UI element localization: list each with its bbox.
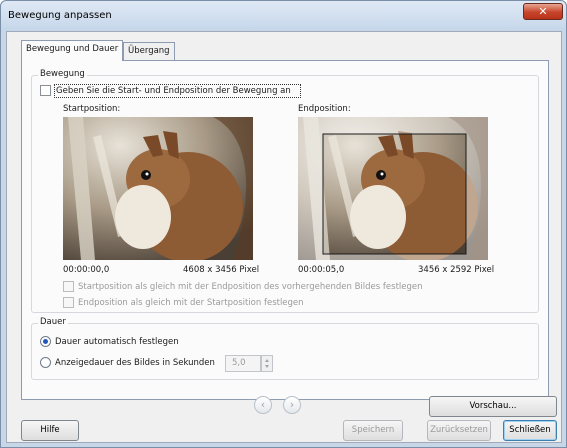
squirrel-photo [63,117,253,260]
tab-movement-duration[interactable]: Bewegung und Dauer [21,40,124,61]
close-icon: ✕ [538,5,548,18]
chevron-left-icon: ‹ [260,398,266,411]
close-window-button[interactable]: ✕ [523,3,563,20]
help-button-label: Hilfe [40,425,60,435]
duration-auto-label[interactable]: Dauer automatisch festlegen [55,337,179,347]
tab-panel: Bewegung Geben Sie die Start- und Endpos… [21,60,549,400]
window-title: Bewegung anpassen [8,10,112,21]
title-bar[interactable]: Bewegung anpassen ✕ [1,1,566,31]
seconds-input[interactable]: 5,0 [225,355,261,372]
movement-legend: Bewegung [38,69,87,79]
end-position-image[interactable] [298,117,488,260]
spin-up-down-icon [265,359,269,368]
duration-manual-label[interactable]: Anzeigedauer des Bildes in Sekunden [55,358,215,368]
squirrel-photo-cropped [298,117,488,260]
end-equals-start-checkbox[interactable] [63,297,74,308]
start-position-image[interactable] [63,117,253,260]
duration-legend: Dauer [38,317,68,327]
end-size: 3456 x 2592 Pixel [418,265,495,275]
end-equals-start-label[interactable]: Endposition als gleich mit der Startposi… [78,298,304,308]
previous-image-button[interactable]: ‹ [254,396,272,414]
start-time: 00:00:00,0 [63,265,110,275]
chevron-right-icon: › [289,398,295,411]
specify-positions-checkbox[interactable] [40,85,51,96]
reset-button[interactable]: Zurücksetzen [427,420,491,441]
duration-group: Dauer Dauer automatisch festlegen Anzeig… [31,317,539,380]
tab-label: Übergang [128,46,170,56]
start-position-label: Startposition: [63,104,121,114]
movement-group: Bewegung Geben Sie die Start- und Endpos… [31,69,539,313]
help-button[interactable]: Hilfe [21,420,79,441]
seconds-value: 5,0 [232,358,246,368]
save-button[interactable]: Speichern [343,420,403,441]
end-position-label: Endposition: [298,104,351,114]
dialog-client: Bewegung und Dauer Übergang Bewegung Geb… [6,31,562,443]
tab-label: Bewegung und Dauer [26,44,119,54]
preview-button-label: Vorschau... [469,401,517,411]
reset-button-label: Zurücksetzen [430,425,488,435]
dialog-window: Bewegung anpassen ✕ Bewegung und Dauer Ü… [0,0,567,448]
duration-auto-radio[interactable] [40,336,51,347]
seconds-spinner[interactable] [261,355,273,372]
end-time: 00:00:05,0 [298,265,345,275]
tab-transition[interactable]: Übergang [123,42,175,60]
start-size: 4608 x 3456 Pixel [183,265,260,275]
duration-manual-radio[interactable] [40,357,51,368]
preview-button[interactable]: Vorschau... [429,396,557,417]
start-equals-prev-end-checkbox[interactable] [63,281,74,292]
next-image-button[interactable]: › [283,396,301,414]
start-equals-prev-end-label[interactable]: Startposition als gleich mit der Endposi… [78,282,423,292]
specify-positions-label[interactable]: Geben Sie die Start- und Endposition der… [56,86,291,96]
close-button-label: Schließen [509,425,551,435]
save-button-label: Speichern [351,425,395,435]
close-button[interactable]: Schließen [503,420,557,441]
